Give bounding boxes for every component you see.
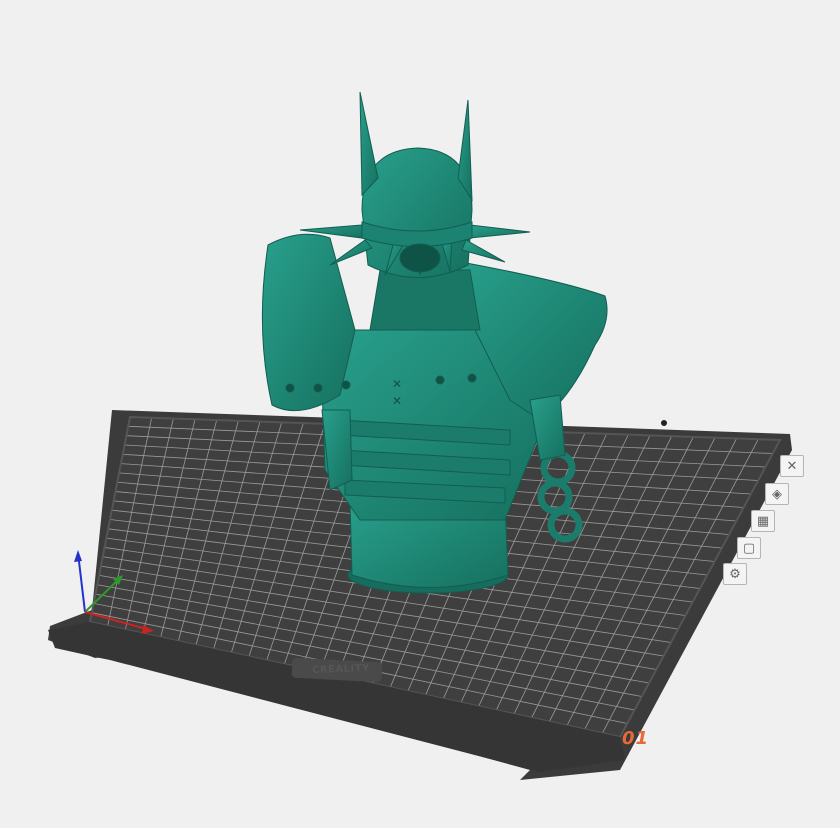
auto-orient-icon[interactable]: ◈: [765, 483, 789, 505]
lock-glyph: ▢: [742, 540, 756, 556]
plate-brand-label: CREALITY: [311, 662, 371, 677]
plate-number: 01: [622, 728, 650, 749]
plate-marker: [661, 420, 667, 426]
close-glyph: ✕: [786, 458, 798, 474]
svg-text:✕: ✕: [392, 394, 402, 408]
plate-settings-glyph: ⚙: [729, 566, 741, 582]
arrange-icon[interactable]: ▦: [751, 510, 775, 532]
3d-viewport[interactable]: ✕ ✕: [0, 0, 840, 828]
arrange-glyph: ▦: [756, 513, 770, 529]
auto-orient-glyph: ◈: [772, 486, 782, 502]
lock-icon[interactable]: ▢: [737, 537, 761, 559]
scene-svg[interactable]: ✕ ✕: [0, 0, 840, 828]
plate-toolbar: ✕ ◈ ▦ ▢ ⚙: [715, 455, 815, 585]
close-icon[interactable]: ✕: [780, 455, 804, 477]
plate-settings-icon[interactable]: ⚙: [723, 563, 747, 585]
svg-text:✕: ✕: [392, 377, 402, 391]
